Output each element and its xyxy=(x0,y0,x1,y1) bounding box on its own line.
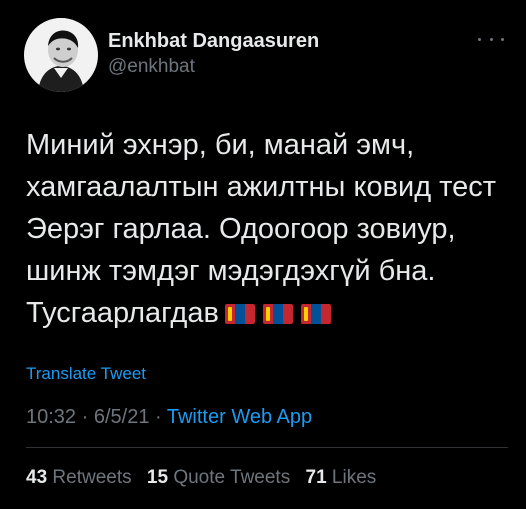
mongolia-flag-icon xyxy=(262,304,293,324)
tweet-text-line-last: Тусгаарлагдав xyxy=(26,292,506,334)
retweets-count: 43 xyxy=(26,467,48,488)
likes-count: 71 xyxy=(305,467,327,488)
translate-tweet-link[interactable]: Translate Tweet xyxy=(26,364,146,384)
more-options-icon[interactable] xyxy=(478,30,504,48)
tweet-text-line: Миний эхнэр, би, манай эмч, xyxy=(26,129,415,161)
retweets-label: Retweets xyxy=(52,467,132,488)
tweet-metadata: 10:32 · 6/5/21 · Twitter Web App xyxy=(26,406,312,429)
separator: · xyxy=(76,406,94,428)
retweets-stat[interactable]: 43 Retweets xyxy=(26,467,132,488)
tweet-date[interactable]: 6/5/21 xyxy=(94,406,150,428)
dot-icon xyxy=(501,37,504,41)
author-display-name[interactable]: Enkhbat Dangaasuren xyxy=(108,30,319,53)
likes-stat[interactable]: 71 Likes xyxy=(306,467,377,488)
source-app-link[interactable]: Twitter Web App xyxy=(167,406,312,428)
tweet-detail: Enkhbat Dangaasuren @enkhbat Миний эхнэр… xyxy=(0,0,526,509)
mongolia-flag-icon xyxy=(300,304,331,324)
tweet-time[interactable]: 10:32 xyxy=(26,406,76,428)
flag-emoji-group xyxy=(224,304,331,324)
tweet-stats: 43 Retweets 15 Quote Tweets 71 Likes xyxy=(26,467,386,489)
author-handle[interactable]: @enkhbat xyxy=(108,56,195,78)
quote-tweets-label: Quote Tweets xyxy=(173,467,291,488)
likes-label: Likes xyxy=(331,467,377,488)
tweet-text: Миний эхнэр, би, манай эмч, хамгаалалтын… xyxy=(26,124,506,334)
divider xyxy=(26,447,508,448)
tweet-text-line: шинж тэмдэг мэдэгдэхгүй бна. xyxy=(26,255,436,287)
mongolia-flag-icon xyxy=(224,304,255,324)
quote-tweets-count: 15 xyxy=(146,467,169,488)
avatar[interactable] xyxy=(24,18,98,92)
tweet-text-line: Эерэг гарлаа. Одоогоор зовиур, xyxy=(26,213,456,245)
profile-photo-icon xyxy=(24,18,98,92)
dot-icon xyxy=(478,37,481,41)
separator: · xyxy=(149,406,167,428)
tweet-text-line: Тусгаарлагдав xyxy=(26,297,219,329)
tweet-text-line: хамгаалалтын ажилтны ковид тест xyxy=(26,171,497,203)
dot-icon xyxy=(489,37,493,41)
quote-tweets-stat[interactable]: 15 Quote Tweets xyxy=(147,467,290,488)
